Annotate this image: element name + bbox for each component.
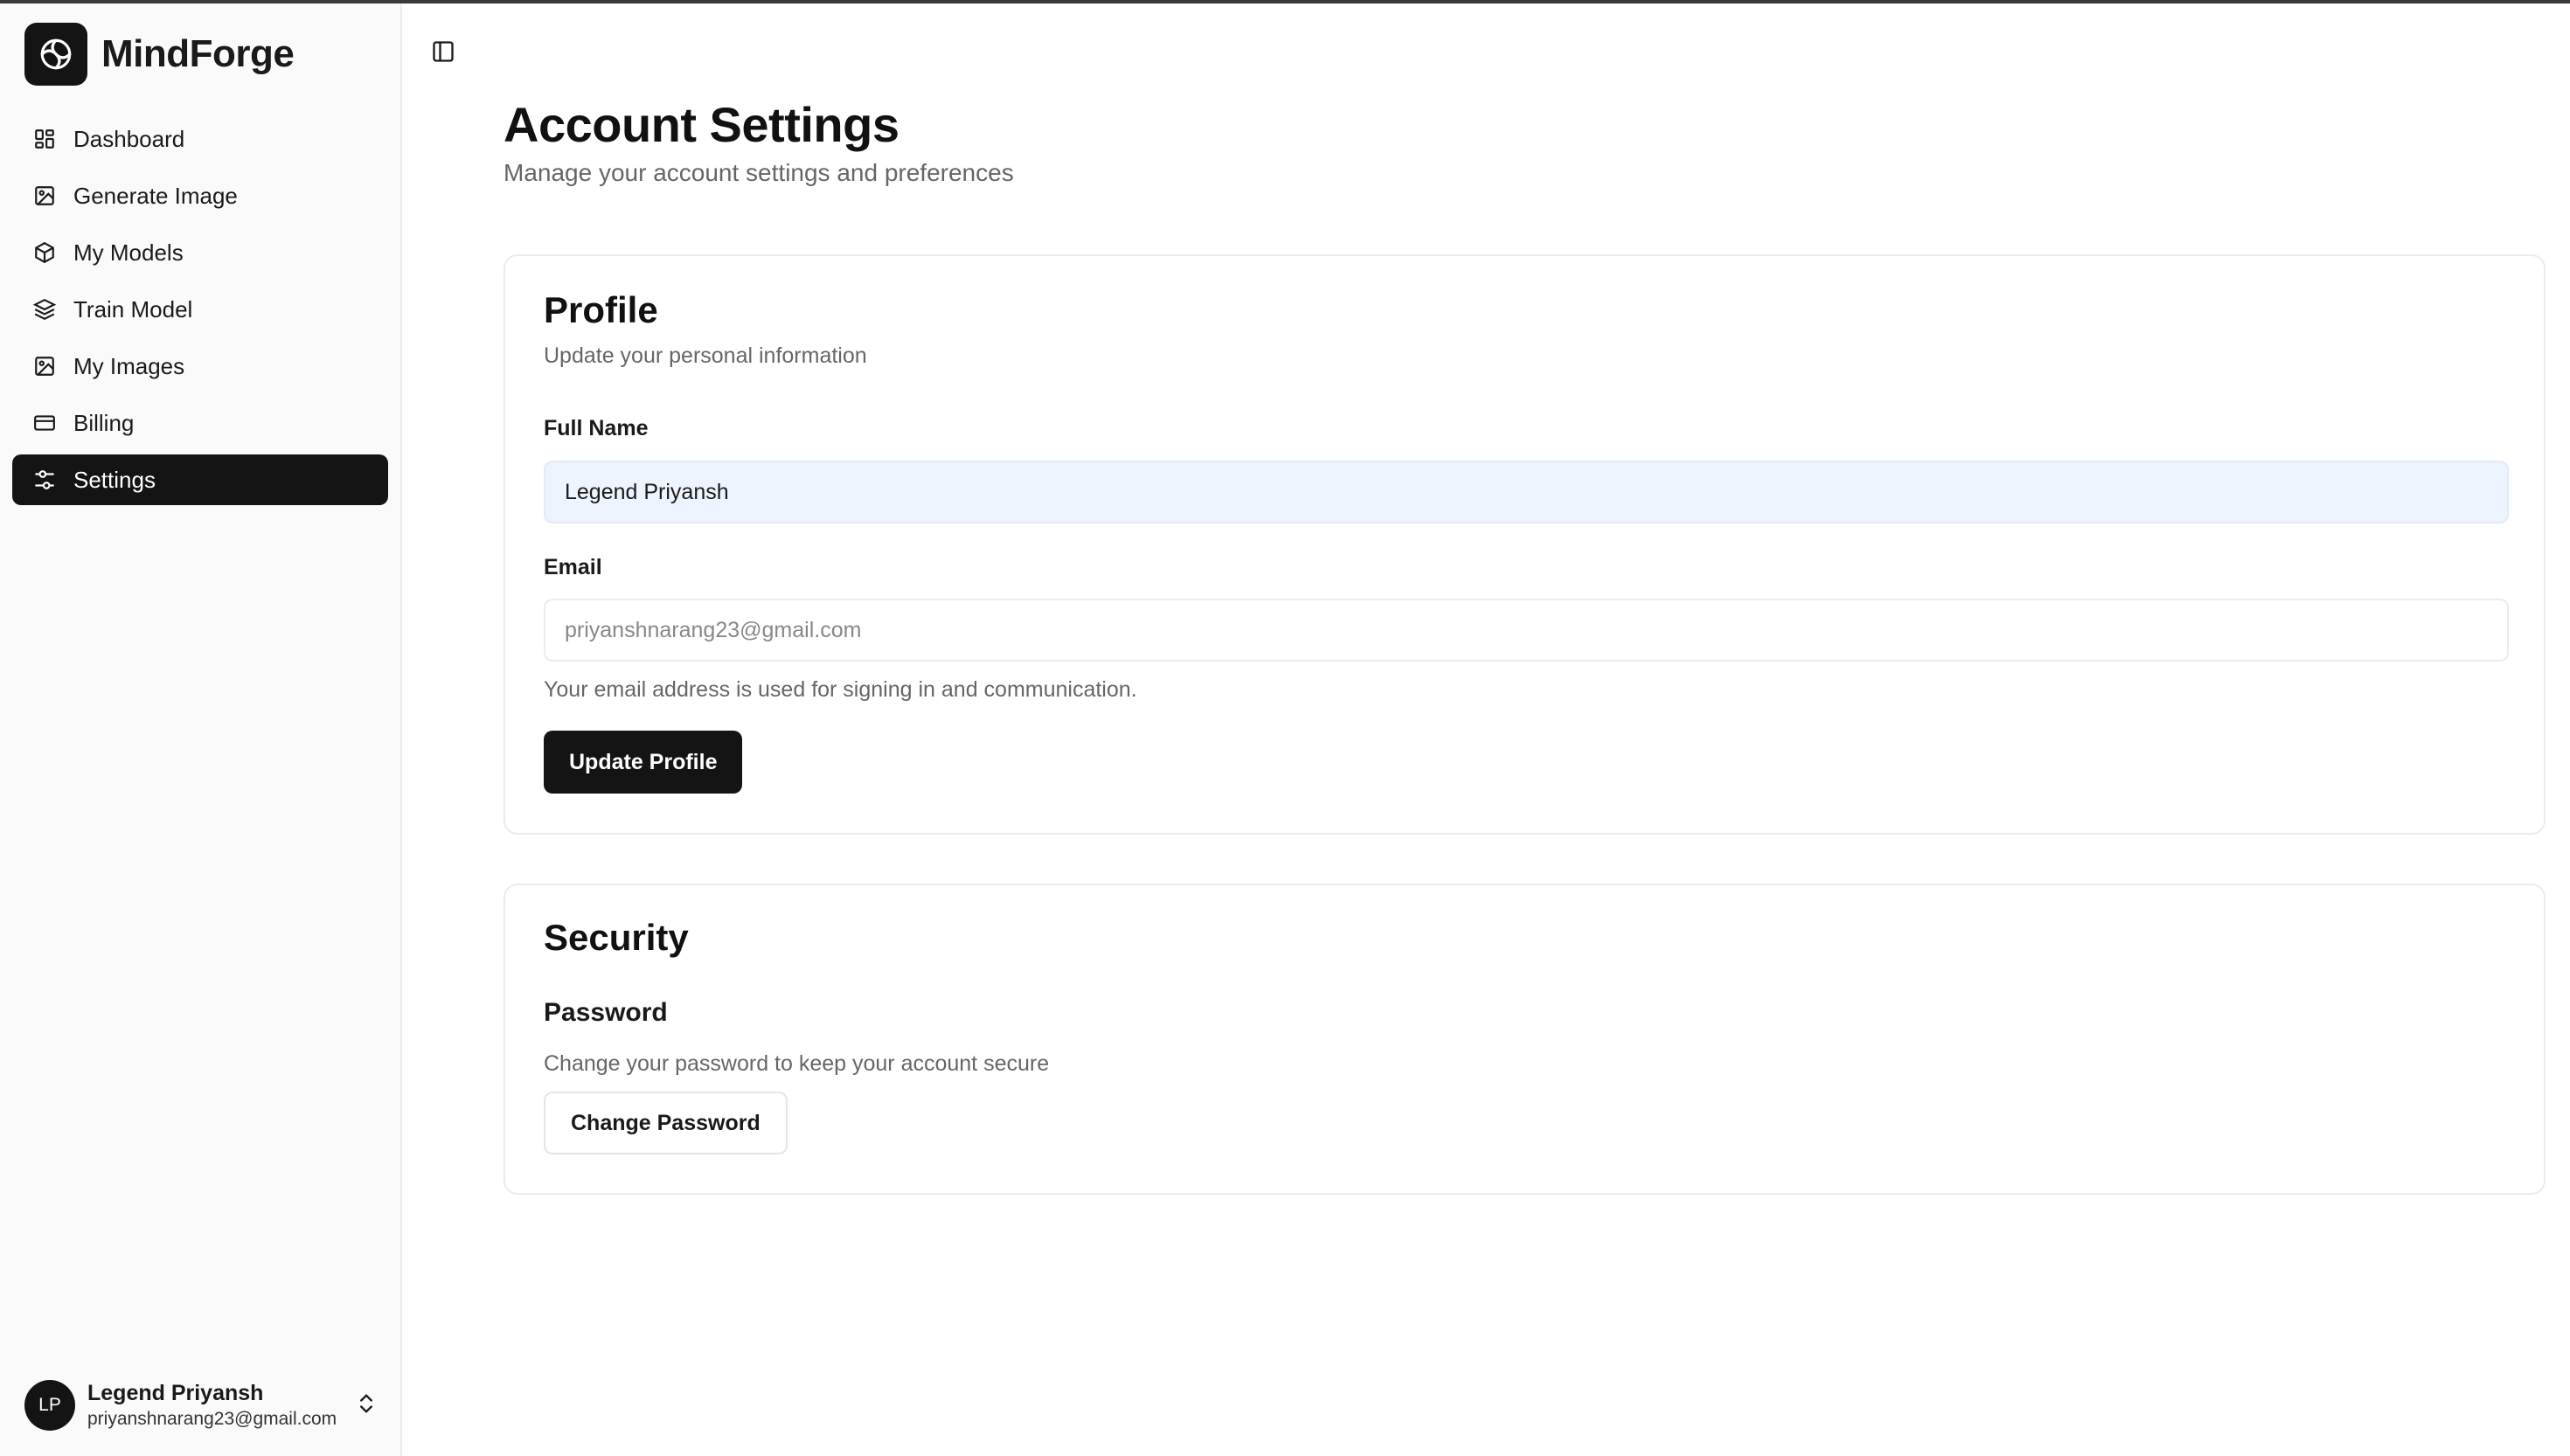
- sidebar-item-label: Dashboard: [73, 125, 185, 152]
- page-subtitle: Manage your account settings and prefere…: [504, 159, 1014, 186]
- sidebar-item-generate-image[interactable]: Generate Image: [12, 170, 388, 221]
- sidebar-item-train-model[interactable]: Train Model: [12, 284, 388, 335]
- cube-icon: [31, 239, 58, 266]
- mindforge-logo-icon: [24, 23, 87, 86]
- email-field[interactable]: [544, 599, 2509, 662]
- sidebar-nav: Dashboard Generate Image My Models Train…: [12, 114, 388, 511]
- email-help-text: Your email address is used for signing i…: [544, 677, 1137, 702]
- layers-icon: [31, 296, 58, 322]
- sidebar-item-label: My Images: [73, 352, 185, 379]
- sidebar-item-settings[interactable]: Settings: [12, 454, 388, 505]
- page-title: Account Settings: [504, 97, 900, 152]
- full-name-label: Full Name: [544, 416, 649, 440]
- sidebar: MindForge Dashboard Generate Image My Mo…: [0, 3, 402, 1456]
- change-password-button[interactable]: Change Password: [544, 1092, 788, 1154]
- user-email: priyanshnarang23@gmail.com: [87, 1409, 337, 1429]
- update-profile-button[interactable]: Update Profile: [544, 731, 743, 794]
- sidebar-toggle-icon[interactable]: [428, 37, 458, 66]
- settings-sliders-icon: [31, 467, 58, 493]
- profile-title: Profile: [544, 289, 658, 330]
- sidebar-item-label: Settings: [73, 466, 156, 493]
- full-name-input[interactable]: [544, 461, 2509, 523]
- email-label: Email: [544, 555, 602, 579]
- credit-card-icon: [31, 410, 58, 436]
- chevrons-up-down-icon: [357, 1391, 376, 1420]
- sidebar-item-label: My Models: [73, 239, 184, 266]
- image-icon: [31, 353, 58, 379]
- app-name: MindForge: [101, 32, 295, 75]
- security-title: Security: [544, 917, 689, 958]
- profile-description: Update your personal information: [544, 343, 867, 368]
- sidebar-item-billing[interactable]: Billing: [12, 398, 388, 448]
- password-description: Change your password to keep your accoun…: [544, 1051, 1050, 1076]
- sidebar-item-label: Train Model: [73, 295, 193, 322]
- sidebar-item-dashboard[interactable]: Dashboard: [12, 114, 388, 164]
- sidebar-item-label: Generate Image: [73, 182, 238, 209]
- sidebar-item-my-images[interactable]: My Images: [12, 341, 388, 392]
- user-name: Legend Priyansh: [87, 1381, 264, 1405]
- sidebar-item-my-models[interactable]: My Models: [12, 227, 388, 278]
- avatar: LP: [24, 1380, 75, 1431]
- sidebar-item-label: Billing: [73, 409, 135, 436]
- security-card: Security Password Change your password t…: [504, 884, 2546, 1195]
- password-heading: Password: [544, 998, 668, 1027]
- user-info: Legend Priyansh priyanshnarang23@gmail.c…: [87, 1381, 341, 1430]
- image-icon: [31, 183, 58, 209]
- profile-card: Profile Update your personal information…: [504, 254, 2546, 835]
- user-menu[interactable]: LP Legend Priyansh priyanshnarang23@gmai…: [24, 1377, 383, 1433]
- dashboard-icon: [31, 126, 58, 152]
- brand[interactable]: MindForge: [24, 23, 295, 86]
